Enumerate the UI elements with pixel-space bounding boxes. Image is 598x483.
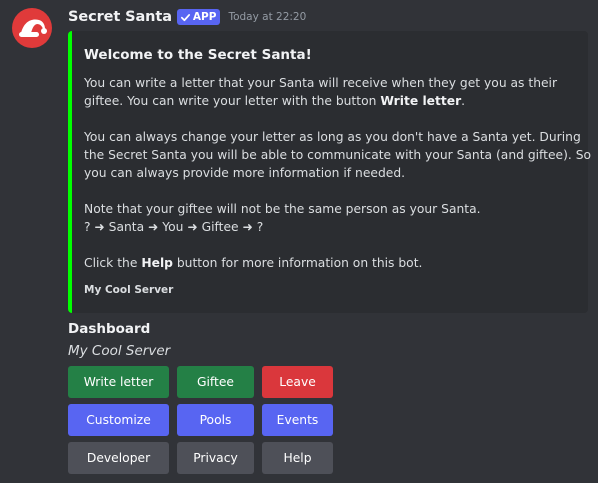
embed-text: You can write a letter that your Santa w… [84, 76, 558, 90]
app-badge: APP [176, 9, 221, 25]
embed-paragraph: You can write a letter that your Santa w… [84, 74, 574, 110]
embed-text: ? ➜ Santa ➜ You ➜ Giftee ➜ ? [84, 220, 264, 234]
embed-text: button for more information on this bot. [172, 256, 423, 270]
embed-paragraph: Note that your giftee will not be the sa… [84, 200, 574, 236]
events-button[interactable]: Events [262, 404, 333, 436]
author-name[interactable]: Secret Santa [68, 9, 172, 25]
welcome-embed: Welcome to the Secret Santa! You can wri… [68, 31, 591, 313]
embed-paragraph: You can always change your letter as lon… [84, 128, 591, 182]
help-button[interactable]: Help [262, 442, 333, 474]
embed-title: Welcome to the Secret Santa! [84, 47, 312, 63]
developer-button[interactable]: Developer [68, 442, 169, 474]
embed-text: giftee. You can write your letter with t… [84, 94, 381, 108]
embed-text: You can always change your letter as lon… [84, 130, 581, 144]
message-header: Secret Santa APP Today at 22:20 [68, 7, 306, 27]
embed-text: the Secret Santa you will be able to com… [84, 148, 592, 162]
write-letter-button[interactable]: Write letter [68, 366, 169, 398]
embed-footer: My Cool Server [84, 284, 174, 296]
pools-button[interactable]: Pools [177, 404, 254, 436]
embed-bold-text: Write letter [380, 94, 462, 108]
chat-message: Secret Santa APP Today at 22:20 Welcome … [0, 0, 598, 483]
app-badge-label: APP [192, 11, 217, 23]
embed-text: Note that your giftee will not be the sa… [84, 202, 481, 216]
embed-bold-text: Help [141, 256, 173, 270]
customize-button[interactable]: Customize [68, 404, 169, 436]
privacy-button[interactable]: Privacy [177, 442, 254, 474]
santa-hat-icon [19, 19, 47, 37]
embed-text: you can always provide more information … [84, 166, 406, 180]
message-timestamp[interactable]: Today at 22:20 [228, 11, 306, 23]
embed-text: . [461, 94, 466, 108]
dashboard-subtitle: My Cool Server [68, 343, 171, 359]
embed-paragraph: Click the Help button for more informati… [84, 254, 574, 272]
bot-avatar[interactable] [12, 8, 52, 48]
dashboard-title: Dashboard [68, 321, 151, 337]
leave-button[interactable]: Leave [262, 366, 333, 398]
embed-text: Click the [84, 256, 142, 270]
verified-check-icon [180, 13, 190, 21]
giftee-button[interactable]: Giftee [177, 366, 254, 398]
